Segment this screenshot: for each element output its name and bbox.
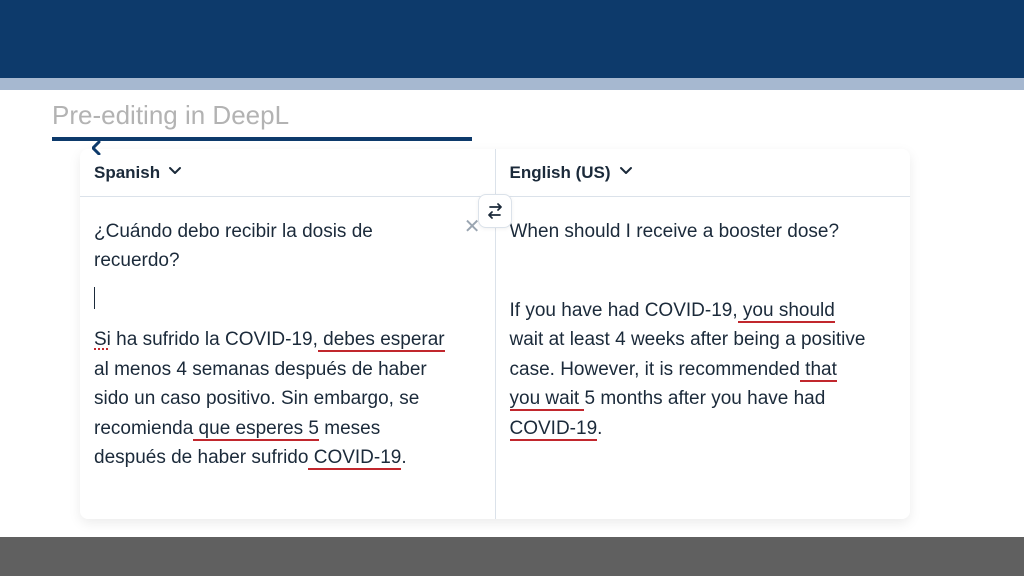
target-lang-label: English (US) — [510, 163, 611, 183]
presentation-subbar — [0, 78, 1024, 90]
source-pane: Spanish ✕ ¿Cuándo debo recibir la dosis … — [80, 149, 496, 519]
target-paragraph: If you have had COVID-19, you should wai… — [510, 296, 871, 443]
source-lang-selector[interactable]: Spanish — [80, 149, 495, 197]
chevron-down-icon — [168, 163, 182, 182]
target-question: When should I receive a booster dose? — [510, 217, 871, 246]
swap-languages-button[interactable] — [478, 194, 512, 228]
source-lang-label: Spanish — [94, 163, 160, 183]
text-cursor — [94, 287, 95, 309]
source-text-area[interactable]: ✕ ¿Cuándo debo recibir la dosis de recue… — [80, 197, 495, 519]
source-question: ¿Cuándo debo recibir la dosis de recuerd… — [94, 217, 455, 276]
presentation-header — [0, 0, 1024, 78]
translator-card: Spanish ✕ ¿Cuándo debo recibir la dosis … — [80, 149, 910, 519]
source-paragraph: Si ha sufrido la COVID-19, debes esperar… — [94, 325, 455, 472]
slide-title: Pre-editing in DeepL — [52, 100, 1024, 131]
slide-content: Spanish ✕ ¿Cuándo debo recibir la dosis … — [0, 141, 1024, 537]
slide-title-row: Pre-editing in DeepL — [0, 90, 1024, 141]
target-lang-selector[interactable]: English (US) — [496, 149, 911, 197]
target-pane: English (US) When should I receive a boo… — [496, 149, 911, 519]
target-text-area[interactable]: When should I receive a booster dose? If… — [496, 197, 911, 519]
chevron-down-icon — [619, 163, 633, 182]
